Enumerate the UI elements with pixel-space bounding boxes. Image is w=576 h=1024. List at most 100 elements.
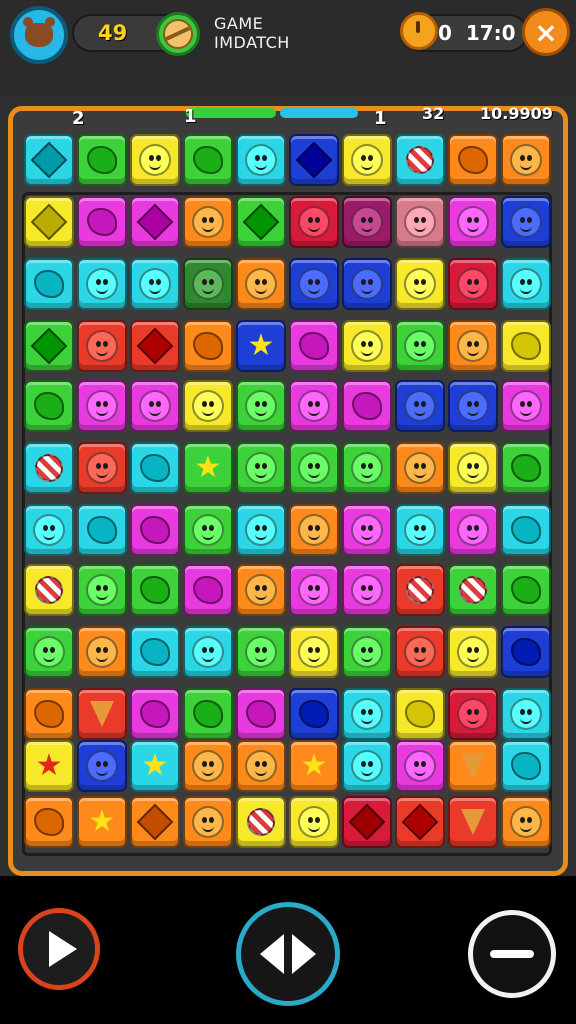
close-button[interactable]: × [522,8,570,56]
tile[interactable] [130,196,180,248]
tile[interactable] [183,504,233,556]
tile[interactable] [289,442,339,494]
tile[interactable] [289,380,339,432]
tile[interactable] [342,626,392,678]
tile[interactable] [289,564,339,616]
tile[interactable] [24,442,74,494]
tile[interactable] [236,626,286,678]
profile-avatar-button[interactable] [10,6,68,64]
tile[interactable] [448,564,498,616]
tile[interactable] [77,626,127,678]
tile[interactable] [236,688,286,740]
tile[interactable] [77,380,127,432]
tile[interactable] [236,564,286,616]
tile[interactable] [501,740,551,792]
tile[interactable] [395,626,445,678]
tile[interactable] [342,134,392,186]
tile[interactable] [77,740,127,792]
tile[interactable] [342,380,392,432]
tile[interactable] [342,688,392,740]
play-button[interactable] [18,908,100,990]
tile[interactable] [289,796,339,848]
tile[interactable] [395,380,445,432]
tile[interactable] [183,688,233,740]
tile[interactable] [183,564,233,616]
tile[interactable] [501,134,551,186]
tile[interactable] [77,258,127,310]
tile[interactable] [289,688,339,740]
tile[interactable] [501,564,551,616]
tile[interactable] [501,258,551,310]
tile[interactable] [448,796,498,848]
tile[interactable] [24,796,74,848]
tile[interactable] [448,442,498,494]
tile[interactable] [395,442,445,494]
tile[interactable] [342,796,392,848]
tile[interactable] [395,134,445,186]
tile[interactable] [448,196,498,248]
tile[interactable] [501,504,551,556]
tile[interactable] [236,796,286,848]
tile[interactable] [130,688,180,740]
tile[interactable] [24,196,74,248]
tile[interactable] [501,380,551,432]
tile[interactable] [395,258,445,310]
tile[interactable] [395,688,445,740]
tile[interactable] [183,380,233,432]
tile[interactable] [24,134,74,186]
tile[interactable] [77,134,127,186]
tile[interactable] [236,258,286,310]
tile[interactable] [236,134,286,186]
tile[interactable] [448,258,498,310]
tile[interactable] [183,796,233,848]
tile[interactable] [77,442,127,494]
tile[interactable] [448,504,498,556]
tile[interactable] [289,134,339,186]
tile[interactable] [236,740,286,792]
tile[interactable] [130,626,180,678]
tile[interactable]: ★ [24,740,74,792]
tile[interactable]: ★ [236,320,286,372]
tile[interactable] [236,442,286,494]
tile[interactable] [342,258,392,310]
tile[interactable] [236,504,286,556]
tile[interactable] [183,626,233,678]
tile[interactable] [77,504,127,556]
ball-booster-button[interactable] [156,12,200,56]
tile[interactable] [130,380,180,432]
tile[interactable] [236,196,286,248]
tile[interactable] [395,196,445,248]
tile[interactable] [342,504,392,556]
tile[interactable] [342,564,392,616]
tile[interactable] [289,196,339,248]
tile[interactable] [24,258,74,310]
tile[interactable] [448,688,498,740]
tile[interactable] [289,258,339,310]
tile[interactable]: ★ [77,796,127,848]
tile[interactable] [130,504,180,556]
tile[interactable] [130,442,180,494]
tile[interactable] [24,504,74,556]
tile[interactable] [342,320,392,372]
tile[interactable] [24,688,74,740]
tile[interactable] [183,196,233,248]
tile[interactable] [77,196,127,248]
tile[interactable] [395,564,445,616]
tile[interactable] [289,504,339,556]
tile[interactable] [130,320,180,372]
tile[interactable] [501,320,551,372]
tile[interactable] [395,740,445,792]
tile[interactable] [501,626,551,678]
tile[interactable] [342,442,392,494]
tile[interactable] [24,564,74,616]
tile[interactable] [130,134,180,186]
tile[interactable]: ★ [183,442,233,494]
tile[interactable] [501,688,551,740]
tile[interactable] [24,320,74,372]
tile[interactable] [448,626,498,678]
tile[interactable] [448,320,498,372]
tile[interactable] [289,320,339,372]
tile[interactable] [183,320,233,372]
tile[interactable] [501,442,551,494]
tile[interactable] [77,688,127,740]
